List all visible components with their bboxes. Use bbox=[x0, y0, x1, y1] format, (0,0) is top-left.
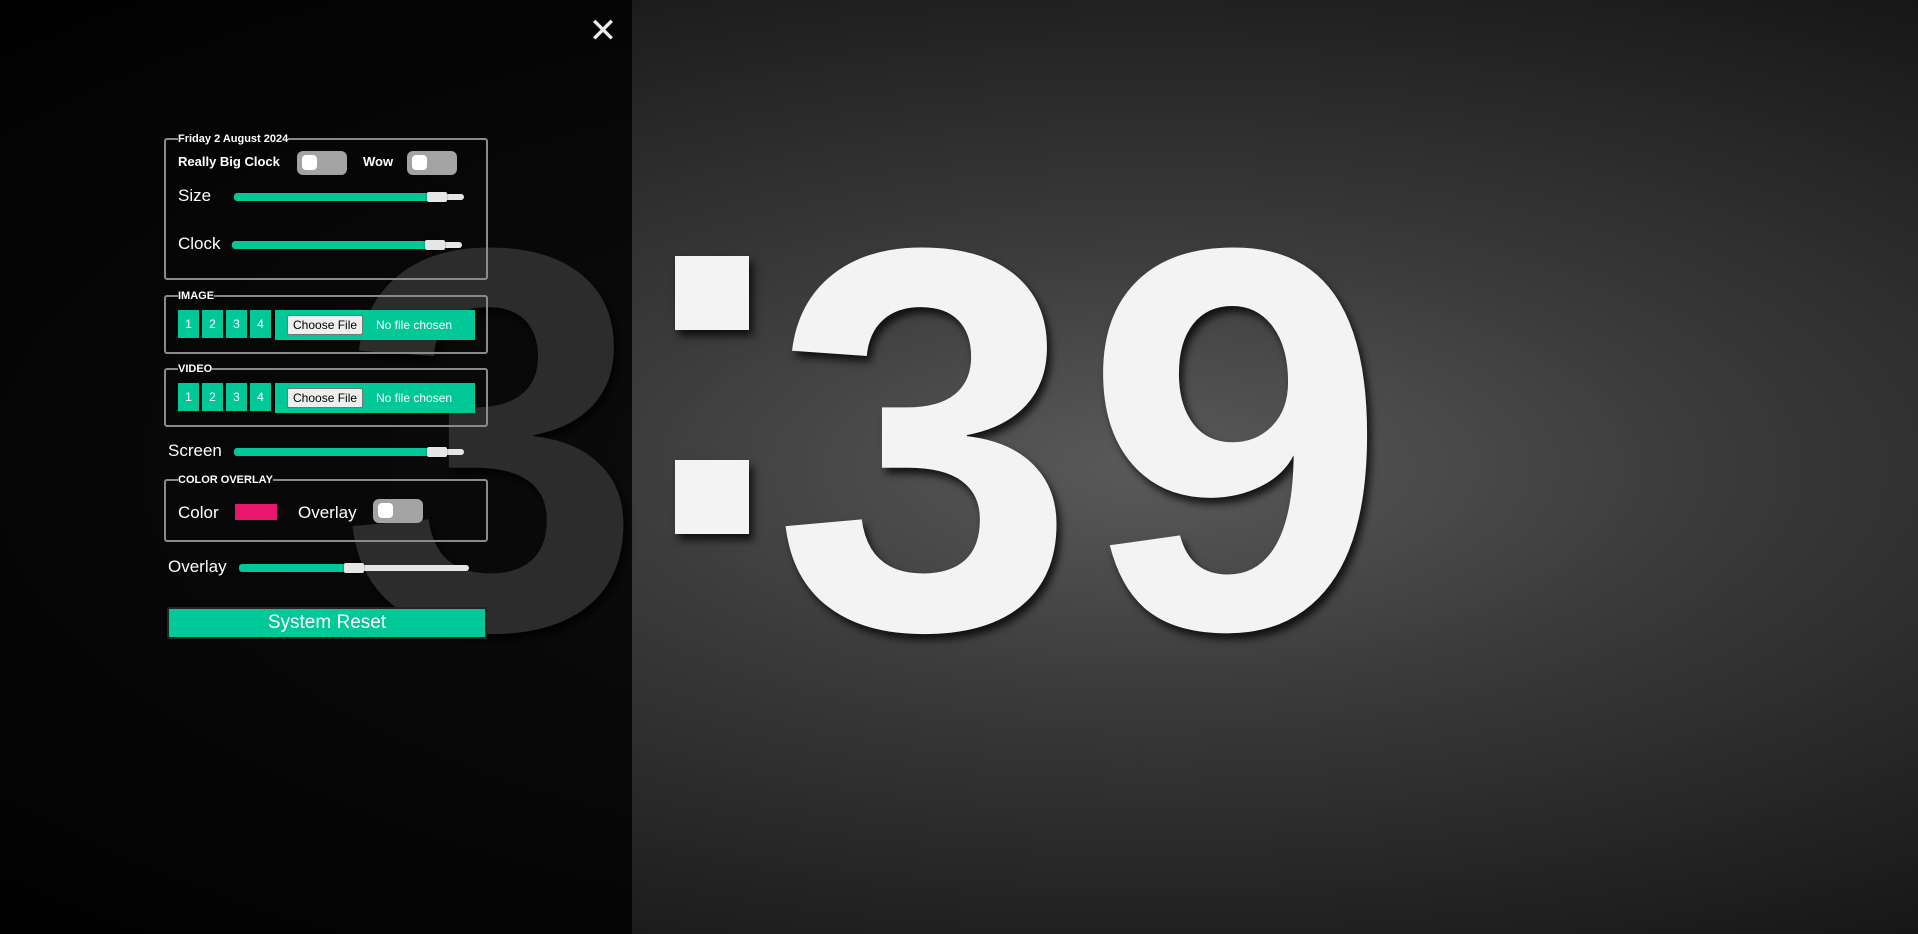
clock-slider[interactable] bbox=[232, 240, 462, 250]
overlay-slider[interactable] bbox=[239, 563, 469, 573]
video-button-2[interactable]: 2 bbox=[202, 383, 223, 411]
video-legend: VIDEO bbox=[178, 363, 213, 375]
overlay-color-picker[interactable] bbox=[235, 504, 277, 520]
overlay-toggle-label: Overlay bbox=[298, 503, 357, 522]
image-legend: IMAGE bbox=[178, 290, 215, 302]
clock-colon bbox=[675, 256, 755, 620]
settings-panel: ✕ Friday 2 August 2024 Really Big Clock … bbox=[0, 0, 632, 934]
video-button-3[interactable]: 3 bbox=[226, 383, 247, 411]
video-no-file-text: No file chosen bbox=[376, 391, 453, 405]
color-label: Color bbox=[178, 503, 219, 522]
overlay-toggle[interactable] bbox=[373, 499, 423, 523]
clock-label: Clock bbox=[178, 234, 221, 253]
overlay-slider-label: Overlay bbox=[168, 557, 227, 576]
close-icon[interactable]: ✕ bbox=[588, 14, 618, 48]
video-file-input[interactable]: Choose File No file chosen bbox=[275, 383, 475, 413]
image-button-2[interactable]: 2 bbox=[202, 310, 223, 338]
image-choose-file-button[interactable]: Choose File bbox=[287, 315, 364, 335]
wow-toggle[interactable] bbox=[407, 151, 457, 175]
image-file-input[interactable]: Choose File No file chosen bbox=[275, 310, 475, 340]
system-reset-button[interactable]: System Reset bbox=[167, 607, 487, 639]
image-button-1[interactable]: 1 bbox=[178, 310, 199, 338]
color-overlay-legend: COLOR OVERLAY bbox=[178, 474, 273, 486]
size-slider[interactable] bbox=[234, 192, 464, 202]
image-no-file-text: No file chosen bbox=[376, 318, 453, 332]
really-big-clock-toggle[interactable] bbox=[297, 151, 347, 175]
size-label: Size bbox=[178, 186, 212, 205]
screen-slider[interactable] bbox=[234, 447, 464, 457]
clock-minutes: 39 bbox=[773, 135, 1396, 744]
screen-label: Screen bbox=[168, 441, 222, 460]
video-button-4[interactable]: 4 bbox=[250, 383, 271, 411]
date-legend: Friday 2 August 2024 bbox=[178, 133, 289, 145]
video-choose-file-button[interactable]: Choose File bbox=[287, 388, 364, 408]
wow-label: Wow bbox=[363, 154, 394, 169]
image-button-3[interactable]: 3 bbox=[226, 310, 247, 338]
image-button-4[interactable]: 4 bbox=[250, 310, 271, 338]
video-button-1[interactable]: 1 bbox=[178, 383, 199, 411]
really-big-clock-label: Really Big Clock bbox=[178, 154, 280, 169]
